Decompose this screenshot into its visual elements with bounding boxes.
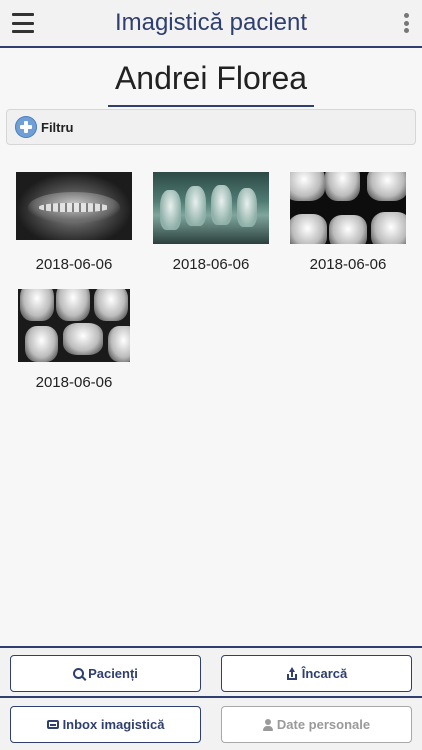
image-thumbnail[interactable]: 2018-06-06 [288,172,408,277]
personal-data-button-label: Date personale [276,717,371,732]
image-date: 2018-06-06 [35,256,113,273]
image-thumbnail[interactable]: 2018-06-06 [151,172,271,277]
upload-button-label: Încarcă [301,666,348,681]
image-date: 2018-06-06 [35,374,113,391]
image-date: 2018-06-06 [172,256,250,273]
imaging-inbox-button[interactable]: Inbox imagistică [10,706,201,743]
patients-button[interactable]: Pacienți [10,655,201,692]
filter-label: Filtru [41,119,74,135]
search-icon [73,668,85,679]
app-header: Imagistică pacient [0,0,422,48]
patient-name: Andrei Florea [114,60,308,96]
imaging-inbox-button-label: Inbox imagistică [62,717,165,732]
xray-image [18,289,130,362]
user-icon [262,718,273,731]
plus-circle-icon [15,116,37,138]
page-title: Imagistică pacient [114,9,308,36]
more-vertical-icon[interactable] [402,13,410,33]
footer-divider [0,696,422,698]
personal-data-button[interactable]: Date personale [221,706,412,743]
image-thumbnail[interactable]: 2018-06-06 [14,289,134,394]
image-thumbnail[interactable]: 2018-06-06 [14,172,134,277]
inbox-icon [46,720,59,729]
xray-image [153,172,269,244]
xray-image [16,172,132,240]
upload-button[interactable]: Încarcă [221,655,412,692]
upload-icon [286,666,298,680]
patient-name-underline [108,105,314,107]
image-date: 2018-06-06 [309,256,387,273]
patients-button-label: Pacienți [88,666,138,681]
xray-image [290,172,406,244]
filter-button[interactable]: Filtru [6,109,416,145]
